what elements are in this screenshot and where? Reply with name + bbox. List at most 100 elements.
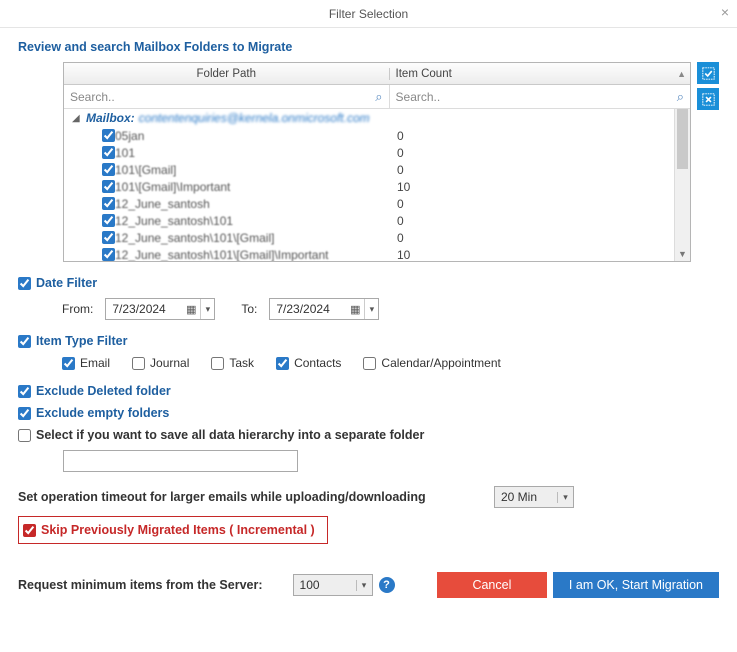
incremental-highlight: Skip Previously Migrated Items ( Increme… [18, 516, 328, 544]
folder-name: 12_June_santosh\101\[Gmail]\Important [115, 248, 391, 262]
from-date-input[interactable]: 7/23/2024 ▦ ▾ [105, 298, 215, 320]
type-contacts[interactable]: Contacts [276, 356, 341, 370]
folder-name: 12_June_santosh\101 [115, 214, 391, 228]
row-checkbox[interactable] [102, 146, 115, 159]
collapse-icon[interactable]: ◢ [72, 113, 82, 124]
row-checkbox[interactable] [102, 231, 115, 244]
request-value: 100 [294, 578, 356, 592]
row-checkbox[interactable] [102, 129, 115, 142]
bottom-row: Request minimum items from the Server: 1… [18, 572, 719, 598]
table-row[interactable]: 05jan0 [64, 127, 690, 144]
timeout-combo[interactable]: 20 Min ▾ [494, 486, 574, 508]
item-count: 0 [391, 231, 690, 245]
exclude-empty-checkbox[interactable]: Exclude empty folders [18, 406, 719, 420]
table-row[interactable]: 101\[Gmail]0 [64, 161, 690, 178]
folder-name: 101 [115, 146, 391, 160]
scroll-thumb[interactable] [677, 109, 688, 169]
col-folder-path[interactable]: Folder Path [64, 68, 390, 80]
row-checkbox[interactable] [102, 180, 115, 193]
sort-asc-icon: ▲ [677, 69, 686, 79]
deselect-all-button[interactable] [697, 88, 719, 110]
mailbox-address: contentenquiries@kernela.onmicrosoft.com [139, 111, 370, 125]
chevron-down-icon[interactable]: ▾ [557, 492, 573, 503]
titlebar: Filter Selection × [0, 0, 737, 28]
folder-name: 12_June_santosh [115, 197, 391, 211]
folder-name: 12_June_santosh\101\[Gmail] [115, 231, 391, 245]
row-checkbox[interactable] [102, 248, 115, 261]
table-row[interactable]: 12_June_santosh\1010 [64, 212, 690, 229]
search-icon: ⌕ [677, 89, 684, 105]
timeout-label: Set operation timeout for larger emails … [18, 490, 426, 504]
chevron-down-icon[interactable]: ▾ [200, 299, 214, 319]
timeout-value: 20 Min [495, 490, 557, 504]
timeout-row: Set operation timeout for larger emails … [18, 486, 719, 508]
check-all-icon [702, 67, 715, 80]
date-filter-checkbox[interactable]: Date Filter [18, 276, 719, 290]
type-calendar[interactable]: Calendar/Appointment [363, 356, 500, 370]
grid-search-row: Search.. ⌕ Search.. ⌕ [64, 85, 690, 109]
footer-buttons: Cancel I am OK, Start Migration [437, 572, 719, 598]
exclude-deleted-label: Exclude Deleted folder [36, 384, 171, 398]
type-email[interactable]: Email [62, 356, 110, 370]
date-filter-check[interactable] [18, 277, 31, 290]
exclude-deleted-checkbox[interactable]: Exclude Deleted folder [18, 384, 719, 398]
search-icon: ⌕ [375, 89, 382, 105]
window-title: Filter Selection [329, 7, 408, 21]
row-checkbox[interactable] [102, 163, 115, 176]
table-row[interactable]: 1010 [64, 144, 690, 161]
table-row[interactable]: 12_June_santosh\101\[Gmail]\Important10 [64, 246, 690, 261]
uncheck-all-icon [702, 93, 715, 106]
chevron-down-icon[interactable]: ▾ [364, 299, 378, 319]
type-task[interactable]: Task [211, 356, 254, 370]
incremental-checkbox[interactable]: Skip Previously Migrated Items ( Increme… [23, 523, 315, 537]
close-icon[interactable]: × [721, 4, 729, 20]
grid-body[interactable]: ◢ Mailbox: contentenquiries@kernela.onmi… [64, 109, 690, 261]
start-migration-button[interactable]: I am OK, Start Migration [553, 572, 719, 598]
folder-name: 101\[Gmail] [115, 163, 391, 177]
page-heading: Review and search Mailbox Folders to Mig… [18, 40, 719, 54]
request-combo[interactable]: 100 ▾ [293, 574, 373, 596]
item-count: 0 [391, 129, 690, 143]
search-count-placeholder: Search.. [396, 90, 441, 104]
table-row[interactable]: 12_June_santosh\101\[Gmail]0 [64, 229, 690, 246]
cancel-button[interactable]: Cancel [437, 572, 547, 598]
item-type-section: Item Type Filter Email Journal Task Cont… [18, 334, 719, 370]
row-checkbox[interactable] [102, 197, 115, 210]
date-filter-label: Date Filter [36, 276, 97, 290]
item-count: 10 [391, 180, 690, 194]
table-row[interactable]: 12_June_santosh0 [64, 195, 690, 212]
col-item-count[interactable]: Item Count ▲ [390, 68, 690, 80]
search-count-input[interactable]: Search.. ⌕ [390, 85, 690, 108]
grid-header: Folder Path Item Count ▲ [64, 63, 690, 85]
grid-scrollbar[interactable]: ▲ ▼ [674, 109, 690, 261]
content-area: Review and search Mailbox Folders to Mig… [0, 28, 737, 608]
to-date-input[interactable]: 7/23/2024 ▦ ▾ [269, 298, 379, 320]
options-section: Exclude Deleted folder Exclude empty fol… [18, 384, 719, 472]
item-count: 0 [391, 146, 690, 160]
row-checkbox[interactable] [102, 214, 115, 227]
to-date-value: 7/23/2024 [270, 302, 346, 316]
calendar-icon[interactable]: ▦ [182, 303, 200, 316]
folder-name: 101\[Gmail]\Important [115, 180, 391, 194]
search-folder-input[interactable]: Search.. ⌕ [64, 85, 390, 108]
item-type-filter-check[interactable] [18, 335, 31, 348]
separate-folder-checkbox[interactable]: Select if you want to save all data hier… [18, 428, 719, 442]
type-option-row: Email Journal Task Contacts Calendar/App… [62, 356, 719, 370]
item-count: 10 [391, 248, 690, 262]
request-label: Request minimum items from the Server: [18, 578, 263, 592]
scroll-down-icon[interactable]: ▼ [675, 246, 690, 261]
exclude-empty-label: Exclude empty folders [36, 406, 169, 420]
table-row[interactable]: 101\[Gmail]\Important10 [64, 178, 690, 195]
chevron-down-icon[interactable]: ▾ [356, 580, 372, 591]
type-journal[interactable]: Journal [132, 356, 189, 370]
item-count: 0 [391, 197, 690, 211]
mailbox-node[interactable]: ◢ Mailbox: contentenquiries@kernela.onmi… [64, 109, 690, 127]
from-label: From: [62, 302, 93, 316]
help-icon[interactable]: ? [379, 577, 395, 593]
item-type-filter-checkbox[interactable]: Item Type Filter [18, 334, 719, 348]
date-row: From: 7/23/2024 ▦ ▾ To: 7/23/2024 ▦ ▾ [62, 298, 719, 320]
select-all-button[interactable] [697, 62, 719, 84]
search-folder-placeholder: Search.. [70, 90, 115, 104]
calendar-icon[interactable]: ▦ [346, 303, 364, 316]
hierarchy-folder-input[interactable] [63, 450, 298, 472]
